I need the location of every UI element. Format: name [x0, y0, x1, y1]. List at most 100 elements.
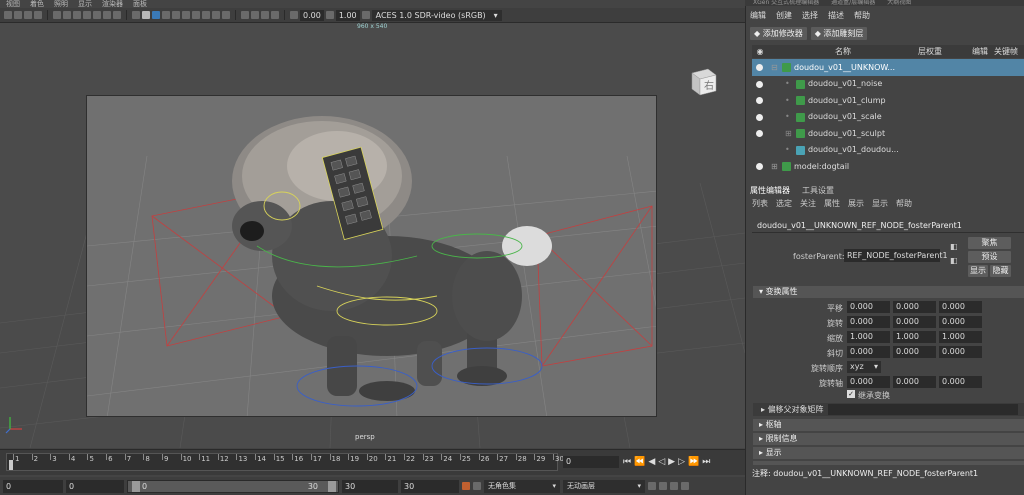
visibility-eye-icon[interactable]: ◉: [752, 45, 768, 58]
section-limit-info[interactable]: ▸ 限制信息: [753, 433, 1024, 445]
xray-components-icon[interactable]: [271, 11, 279, 19]
translate-y-field[interactable]: 0.000: [893, 301, 936, 313]
visibility-toggle-icon[interactable]: [756, 130, 763, 137]
antialias-icon[interactable]: [212, 11, 220, 19]
lights-icon[interactable]: [172, 11, 180, 19]
section-display[interactable]: ▸ 显示: [753, 447, 1024, 459]
image-plane-icon[interactable]: [34, 11, 42, 19]
col-name[interactable]: 名称: [768, 45, 918, 58]
menu-shading[interactable]: 着色: [30, 0, 44, 8]
gate-mask-icon[interactable]: [83, 11, 91, 19]
exposure-field[interactable]: 0.00: [300, 9, 324, 21]
resolution-gate-icon[interactable]: [73, 11, 81, 19]
step-forward-key-icon[interactable]: ⏩: [688, 456, 699, 468]
list-item[interactable]: • doudou_v01_doudou...: [752, 142, 1024, 159]
rotate-order-dropdown[interactable]: xyz ▾: [847, 361, 881, 373]
playback-end-field[interactable]: 30: [342, 479, 398, 493]
exposure-icon[interactable]: [290, 11, 298, 19]
col-edit[interactable]: 编辑: [972, 45, 994, 58]
tab-xgen-groom-editor[interactable]: XGen 交互式梳理编辑器: [753, 0, 819, 6]
3d-viewport[interactable]: 960 x 540 persp 右: [0, 23, 745, 448]
shear-z-field[interactable]: 0.000: [939, 346, 982, 358]
camera-attr-icon[interactable]: [14, 11, 22, 19]
ae-menu-help[interactable]: 帮助: [896, 198, 912, 209]
add-modifier-button[interactable]: ◆ 添加修改器: [750, 27, 807, 40]
focus-button[interactable]: 聚焦: [968, 237, 1011, 249]
node-tab-title[interactable]: doudou_v01__UNKNOWN_REF_NODE_fosterParen…: [757, 221, 962, 230]
step-back-frame-icon[interactable]: ◀: [648, 456, 655, 468]
list-item[interactable]: • doudou_v01_scale: [752, 109, 1024, 126]
step-forward-frame-icon[interactable]: ▷: [678, 456, 685, 468]
list-item[interactable]: ⊞ doudou_v01_sculpt: [752, 125, 1024, 142]
playback-start-field[interactable]: 0: [66, 479, 124, 493]
presets-button[interactable]: 预设: [968, 251, 1011, 263]
current-frame-field[interactable]: 0: [563, 456, 619, 468]
scale-x-field[interactable]: 1.000: [847, 331, 890, 343]
settings-icon[interactable]: [681, 482, 689, 490]
menu-renderer[interactable]: 渲染器: [102, 0, 123, 8]
hide-button[interactable]: 隐藏: [990, 265, 1011, 277]
ambient-occlusion-icon[interactable]: [192, 11, 200, 19]
shear-y-field[interactable]: 0.000: [893, 346, 936, 358]
play-forward-icon[interactable]: ▶: [668, 456, 675, 468]
inherit-transform-checkbox[interactable]: ✓: [847, 390, 855, 398]
menu-panels[interactable]: 面板: [133, 0, 147, 8]
section-pivots[interactable]: ▸ 枢轴: [753, 419, 1024, 431]
tab-outliner[interactable]: 大纲视图: [887, 0, 911, 6]
visibility-toggle-icon[interactable]: [756, 97, 763, 104]
visibility-toggle-icon[interactable]: [756, 113, 763, 121]
smooth-shade-icon[interactable]: [142, 11, 150, 19]
rotate-y-field[interactable]: 0.000: [893, 316, 936, 328]
go-to-end-icon[interactable]: ⏭: [702, 456, 710, 468]
tab-channel-box[interactable]: 通道盒/层编辑器: [831, 0, 875, 6]
tab-attribute-editor[interactable]: 属性编辑器: [750, 185, 790, 196]
visibility-toggle-icon[interactable]: [756, 80, 763, 88]
color-management-icon[interactable]: [361, 11, 370, 19]
xray-icon[interactable]: [251, 11, 259, 19]
xgen-menu-help[interactable]: 帮助: [854, 10, 870, 21]
xgen-menu-description[interactable]: 描述: [828, 10, 844, 21]
ae-menu-display[interactable]: 显示: [872, 198, 888, 209]
range-slider[interactable]: 0 30: [127, 479, 339, 493]
show-button[interactable]: 显示: [968, 265, 988, 277]
rotate-x-field[interactable]: 0.000: [847, 316, 890, 328]
menu-view[interactable]: 视图: [6, 0, 20, 8]
wireframe-on-shaded-icon[interactable]: [152, 11, 160, 19]
go-to-start-icon[interactable]: ⏮: [623, 456, 631, 468]
scale-z-field[interactable]: 1.000: [939, 331, 982, 343]
expand-icon[interactable]: ⊞: [771, 162, 778, 171]
translate-z-field[interactable]: 0.000: [939, 301, 982, 313]
playhead[interactable]: [9, 460, 13, 470]
rotate-z-field[interactable]: 0.000: [939, 316, 982, 328]
expand-icon[interactable]: ⊟: [771, 63, 778, 72]
col-layer-weight[interactable]: 层权重: [918, 45, 972, 58]
view-transform-dropdown[interactable]: ACES 1.0 SDR-video (sRGB) ▾: [371, 9, 502, 21]
translate-x-field[interactable]: 0.000: [847, 301, 890, 313]
loop-icon[interactable]: [670, 482, 678, 490]
visibility-toggle-icon[interactable]: [756, 163, 763, 170]
ae-menu-selected[interactable]: 选定: [776, 198, 792, 209]
list-item[interactable]: ⊟ doudou_v01__UNKNOW...: [752, 59, 1024, 76]
list-item[interactable]: • doudou_v01_clump: [752, 92, 1024, 109]
auto-key-icon[interactable]: [462, 482, 470, 490]
film-gate-icon[interactable]: [63, 11, 71, 19]
anim-layer-dropdown[interactable]: 无动画层 ▾: [563, 479, 645, 493]
tab-tool-settings[interactable]: 工具设置: [802, 185, 834, 196]
ae-menu-show[interactable]: 展示: [848, 198, 864, 209]
bookmark-icon[interactable]: [24, 11, 32, 19]
ae-menu-focus[interactable]: 关注: [800, 198, 816, 209]
isolate-icon[interactable]: [241, 11, 249, 19]
gamma-icon[interactable]: [325, 11, 334, 19]
node-in-icon[interactable]: ◧: [950, 242, 958, 251]
visibility-toggle-icon[interactable]: [756, 64, 763, 71]
rotate-axis-y-field[interactable]: 0.000: [893, 376, 936, 388]
dof-icon[interactable]: [222, 11, 230, 19]
field-chart-icon[interactable]: [93, 11, 101, 19]
animation-end-field[interactable]: 30: [401, 479, 459, 493]
ae-menu-list[interactable]: 列表: [752, 198, 768, 209]
camera-icon[interactable]: [4, 11, 12, 19]
character-set-dropdown[interactable]: 无角色集 ▾: [484, 479, 560, 493]
safe-action-icon[interactable]: [103, 11, 111, 19]
fps-icon[interactable]: [648, 482, 656, 490]
key-prefs-icon[interactable]: [473, 482, 481, 490]
